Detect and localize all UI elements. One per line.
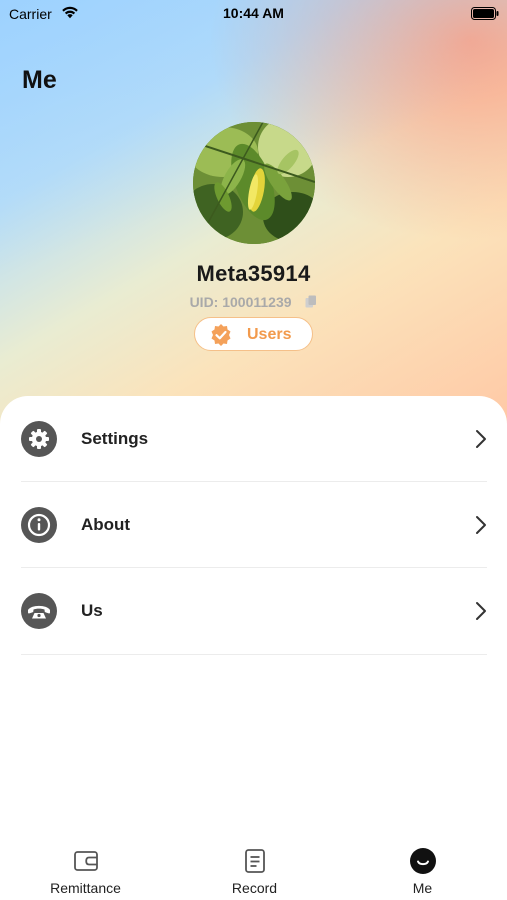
avatar-image [193, 122, 315, 244]
chevron-right-icon [476, 516, 486, 534]
wallet-icon [73, 851, 98, 871]
screen: Carrier 10:44 AM Me Meta35914 UID: 10001… [0, 0, 507, 900]
verified-badge-icon [211, 324, 231, 346]
menu-item-about[interactable]: About [0, 482, 507, 568]
uid-row: UID: 100011239 [0, 294, 507, 310]
username: Meta35914 [196, 261, 311, 286]
menu-item-settings[interactable]: Settings [0, 396, 507, 482]
menu-label-us: Us [81, 601, 103, 620]
chevron-right-icon [476, 430, 486, 448]
tab-label-remittance: Remittance [50, 880, 121, 896]
menu-label-settings: Settings [81, 429, 149, 448]
tab-label-record: Record [231, 880, 278, 896]
tab-remittance[interactable]: Remittance [1, 838, 170, 900]
copy-icon[interactable] [305, 295, 317, 308]
badge-label: Users [247, 326, 292, 343]
info-icon [21, 507, 57, 543]
menu-item-us[interactable]: Us [0, 568, 507, 654]
tab-me[interactable]: Me [338, 838, 507, 900]
status-bar: Carrier 10:44 AM [0, 0, 507, 28]
document-icon [244, 849, 265, 873]
page-title: Me [22, 66, 57, 94]
battery-icon [471, 7, 499, 20]
uid-label: UID: 100011239 [189, 294, 292, 310]
tab-bar: Remittance Record Me [0, 838, 507, 900]
chevron-right-icon [476, 602, 486, 620]
avatar[interactable] [193, 122, 315, 244]
menu-sheet: Settings About Us [0, 396, 507, 900]
status-time: 10:44 AM [223, 5, 284, 21]
gear-icon [21, 421, 57, 457]
menu-label-about: About [81, 515, 131, 534]
phone-icon [21, 593, 57, 629]
smiley-icon [409, 848, 436, 874]
tab-label-me: Me [412, 880, 433, 896]
tab-record[interactable]: Record [170, 838, 339, 900]
user-role-badge: Users [194, 317, 313, 351]
divider [21, 654, 487, 655]
